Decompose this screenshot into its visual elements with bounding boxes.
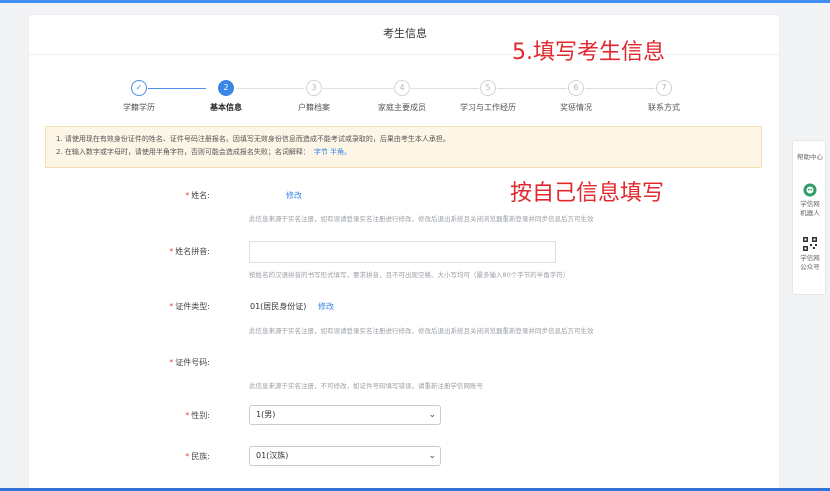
pinyin-label-text: 姓名拼音:: [175, 247, 210, 256]
page-title: 考生信息: [29, 15, 781, 55]
required-mark: *: [185, 411, 190, 420]
annotation-step-note: 5.填写考生信息: [512, 40, 665, 65]
required-mark: *: [169, 247, 174, 256]
step-label: 学习与工作经历: [460, 103, 516, 112]
id-number-label: * 证件号码:: [140, 357, 210, 368]
notice-line-1: 1. 请使用现在有效身份证件的姓名、证件号码注册报名。因填写无效身份信息而造成不…: [56, 135, 450, 143]
id-type-hint: 此信息来源于实名注册，如有误请登录实名注册进行修改，修改后退出系统且关闭浏览器重…: [249, 327, 594, 335]
step-5[interactable]: 5 学习与工作经历: [443, 80, 533, 113]
step-2[interactable]: 2 基本信息: [181, 80, 271, 113]
step-number: 3: [306, 80, 322, 96]
id-type-label-text: 证件类型:: [175, 302, 210, 311]
id-type-value: 01(居民身份证): [250, 302, 307, 311]
step-number: 2: [218, 80, 234, 96]
robot-button[interactable]: 学信网机器人: [793, 183, 827, 218]
ethnicity-value: 01(汉族): [256, 451, 289, 460]
pinyin-label: * 姓名拼音:: [140, 246, 210, 257]
gender-select[interactable]: 1(男) ⌄: [249, 405, 441, 425]
gender-label-text: 性别:: [191, 411, 210, 420]
step-6[interactable]: 6 奖惩情况: [531, 80, 621, 113]
name-label: * 姓名:: [140, 190, 210, 201]
ethnicity-label-text: 民族:: [191, 452, 210, 461]
step-number: 7: [656, 80, 672, 96]
required-mark: *: [169, 358, 174, 367]
pinyin-hint: 按姓名的汉语拼音的书写形式填写，要求拼音，且不可出现空格、大小写均可（最多输入8…: [249, 271, 570, 279]
top-accent-bar: [0, 0, 830, 3]
check-icon: ✓: [131, 80, 147, 96]
glossary-link[interactable]: 字节 半角。: [314, 148, 351, 156]
name-edit-link[interactable]: 修改: [286, 190, 302, 201]
ethnicity-select[interactable]: 01(汉族) ⌄: [249, 446, 441, 466]
required-mark: *: [169, 302, 174, 311]
id-number-hint: 此信息来源于实名注册，不可修改，如证件号码填写错误，请重新注册学信网账号: [249, 382, 483, 390]
id-type-label: * 证件类型:: [140, 301, 210, 312]
gender-value: 1(男): [256, 410, 276, 419]
annotation-fill-note: 按自己信息填写: [510, 181, 665, 206]
required-mark: *: [185, 452, 190, 461]
ethnicity-label: * 民族:: [140, 451, 210, 462]
step-label: 联系方式: [648, 103, 680, 112]
chevron-down-icon: ⌄: [428, 451, 436, 461]
step-label: 基本信息: [210, 103, 242, 112]
qr-code-icon: [803, 237, 817, 251]
required-mark: *: [185, 191, 190, 200]
robot-icon: [803, 183, 817, 197]
step-7[interactable]: 7 联系方式: [619, 80, 709, 113]
wechat-button[interactable]: 学信网公众号: [793, 237, 827, 272]
gender-label: * 性别:: [140, 410, 210, 421]
step-4[interactable]: 4 家庭主要成员: [357, 80, 447, 113]
robot-label: 学信网机器人: [800, 200, 820, 217]
pinyin-input[interactable]: [249, 241, 556, 263]
step-label: 学籍学历: [123, 103, 155, 112]
notice-line-2: 2. 在输入数字或字母时，请使用半角字符，否则可能会造成报名失败；名词解释： 字节…: [56, 146, 751, 159]
step-label: 家庭主要成员: [378, 103, 426, 112]
step-1[interactable]: ✓ 学籍学历: [94, 80, 184, 113]
step-number: 4: [394, 80, 410, 96]
wechat-label: 学信网公众号: [800, 254, 820, 271]
id-number-label-text: 证件号码:: [175, 358, 210, 367]
help-center-button[interactable]: 帮助中心: [793, 153, 827, 162]
id-type-edit-link[interactable]: 修改: [318, 301, 334, 312]
notice-line-2-text: 2. 在输入数字或字母时，请使用半角字符，否则可能会造成报名失败；名词解释：: [56, 148, 310, 156]
name-label-text: 姓名:: [191, 191, 210, 200]
step-number: 5: [480, 80, 496, 96]
name-hint: 此信息来源于实名注册，如有误请登录实名注册进行修改，修改后退出系统且关闭浏览器重…: [249, 215, 594, 223]
chevron-down-icon: ⌄: [428, 410, 436, 420]
step-label: 奖惩情况: [560, 103, 592, 112]
floating-sidebar: 帮助中心 学信网机器人 学信网公众号: [792, 140, 826, 295]
step-number: 6: [568, 80, 584, 96]
step-3[interactable]: 3 户籍档案: [269, 80, 359, 113]
notice-box: 1. 请使用现在有效身份证件的姓名、证件号码注册报名。因填写无效身份信息而造成不…: [45, 126, 762, 168]
step-label: 户籍档案: [298, 103, 330, 112]
